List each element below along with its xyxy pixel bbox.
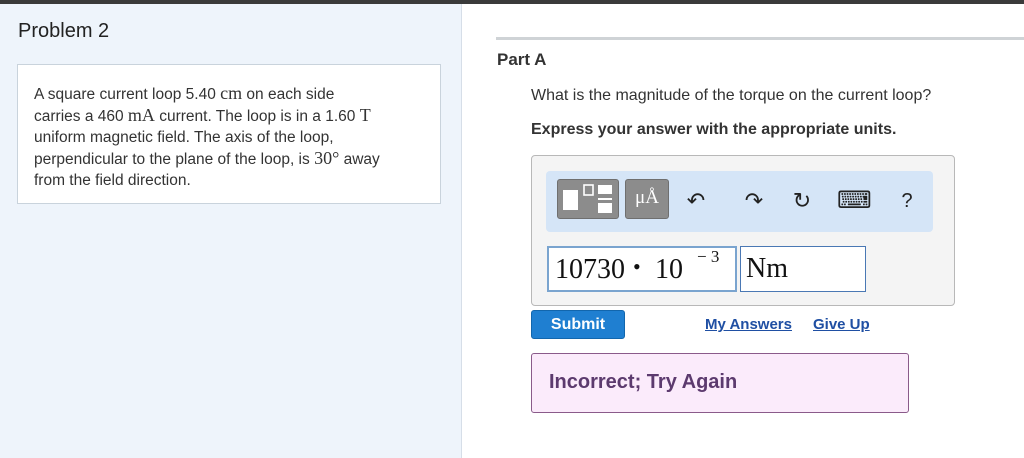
help-icon[interactable]: ? — [892, 183, 922, 219]
answer-exponent: − 3 — [697, 247, 720, 266]
answer-value-field[interactable]: 10730 • 10 − 3 — [547, 246, 737, 292]
my-answers-link[interactable]: My Answers — [705, 316, 792, 333]
templates-button[interactable] — [557, 179, 619, 219]
problem-text: carries a 460 — [34, 108, 128, 125]
problem-text: perpendicular to the plane of the loop, … — [34, 151, 315, 168]
angle-value: 30° — [314, 148, 340, 168]
give-up-link[interactable]: Give Up — [813, 316, 870, 333]
answer-instruction: Express your answer with the appropriate… — [531, 121, 897, 138]
undo-icon[interactable]: ↶ — [681, 183, 711, 219]
units-button[interactable]: μÅ — [625, 179, 669, 219]
part-divider — [496, 37, 1024, 40]
feedback-message: Incorrect; Try Again — [549, 371, 738, 393]
answer-mantissa: 10730 — [555, 254, 625, 285]
submit-button[interactable]: Submit — [531, 310, 625, 339]
problem-title: Problem 2 — [18, 20, 110, 42]
problem-line-1: A square current loop 5.40 cm on each si… — [34, 83, 424, 105]
question-text: What is the magnitude of the torque on t… — [531, 87, 932, 104]
length-unit: cm — [220, 83, 243, 103]
problem-statement: A square current loop 5.40 cm on each si… — [17, 64, 441, 204]
answer-units-field[interactable]: Nm — [740, 246, 866, 292]
templates-icon — [563, 184, 612, 213]
part-label: Part A — [497, 50, 547, 69]
problem-line-2: carries a 460 mA current. The loop is in… — [34, 105, 424, 127]
feedback-box: Incorrect; Try Again — [531, 353, 909, 413]
problem-text: away — [339, 151, 380, 168]
reset-icon[interactable]: ↻ — [787, 183, 817, 219]
keyboard-icon[interactable]: ⌨ — [837, 183, 872, 219]
problem-line-3: uniform magnetic field. The axis of the … — [34, 129, 334, 146]
problem-text: on each side — [242, 86, 335, 103]
multiply-dot: • — [633, 254, 641, 279]
redo-icon[interactable]: ↷ — [739, 183, 769, 219]
problem-line-5: from the field direction. — [34, 172, 191, 189]
current-unit: mA — [127, 105, 155, 125]
answer-panel: μÅ ↶ ↷ ↻ ⌨ ? 10730 • 10 − 3 Nm — [531, 155, 955, 306]
problem-text: current. The loop is in a 1.60 — [154, 108, 360, 125]
answer-base: 10 — [655, 254, 683, 285]
field-unit: T — [359, 105, 371, 125]
problem-text: A square current loop 5.40 — [34, 86, 221, 103]
equation-toolbar: μÅ ↶ ↷ ↻ ⌨ ? — [546, 171, 933, 232]
problem-line-4: perpendicular to the plane of the loop, … — [34, 148, 424, 170]
